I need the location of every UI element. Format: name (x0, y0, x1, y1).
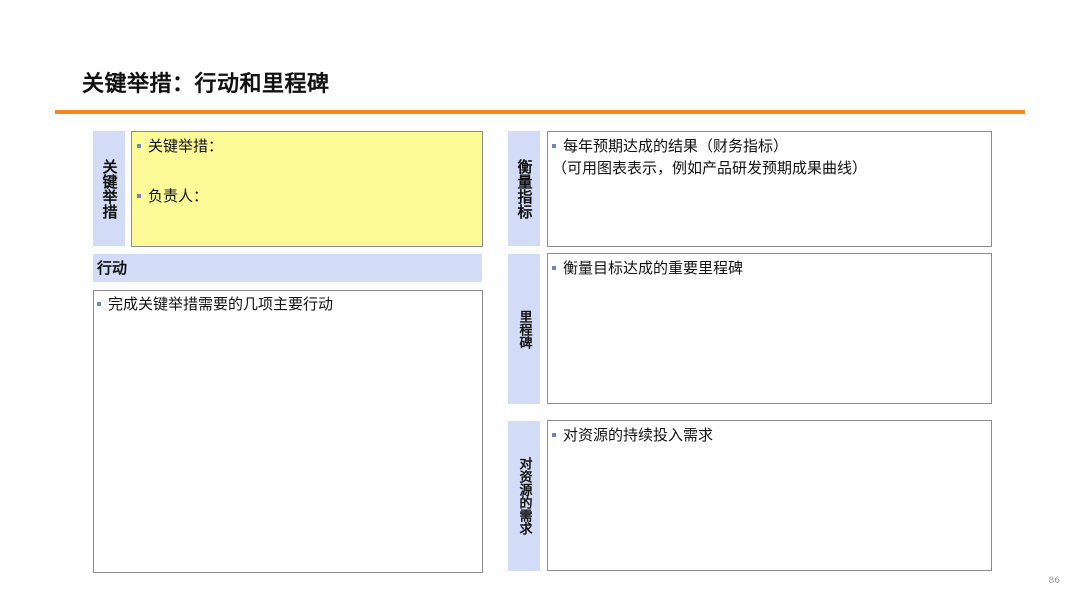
title-divider (55, 110, 1025, 114)
key-initiative-box[interactable]: 关键举措： 负责人： (131, 131, 483, 247)
owner-item: 负责人： (137, 186, 208, 206)
bullet-icon (552, 265, 556, 270)
slide-title: 关键举措：行动和里程碑 (82, 72, 330, 97)
resources-label-text: 对资源的需求 (516, 457, 532, 535)
actions-box[interactable]: 完成关键举措需要的几项主要行动 (93, 290, 483, 573)
actions-item: 完成关键举措需要的几项主要行动 (97, 294, 333, 314)
bullet-icon (137, 193, 141, 198)
bullet-icon (552, 432, 556, 437)
metrics-box[interactable]: 每年预期达成的结果（财务指标） （可用图表表示，例如产品研发预期成果曲线） (547, 131, 992, 247)
resources-item: 对资源的持续投入需求 (552, 425, 713, 445)
key-initiative-item: 关键举措： (137, 136, 223, 156)
milestones-box[interactable]: 衡量目标达成的重要里程碑 (547, 253, 992, 404)
page-number: 86 (1048, 576, 1060, 586)
metrics-item: 每年预期达成的结果（财务指标） (552, 136, 788, 156)
bullet-icon (137, 143, 141, 148)
actions-header: 行动 (93, 254, 482, 282)
metrics-label-text: 衡量指标 (515, 158, 534, 219)
key-initiative-label: 关键举措 (93, 131, 125, 246)
key-initiative-label-text: 关键举措 (100, 158, 119, 219)
milestones-label: 里程碑 (508, 254, 540, 404)
metrics-note: （可用图表表示，例如产品研发预期成果曲线） (552, 159, 868, 177)
resources-box[interactable]: 对资源的持续投入需求 (547, 420, 992, 571)
bullet-icon (552, 143, 556, 148)
milestones-item: 衡量目标达成的重要里程碑 (552, 258, 743, 278)
milestones-label-text: 里程碑 (516, 309, 532, 349)
resources-label: 对资源的需求 (508, 421, 540, 571)
metrics-label: 衡量指标 (508, 131, 540, 246)
bullet-icon (97, 301, 101, 306)
